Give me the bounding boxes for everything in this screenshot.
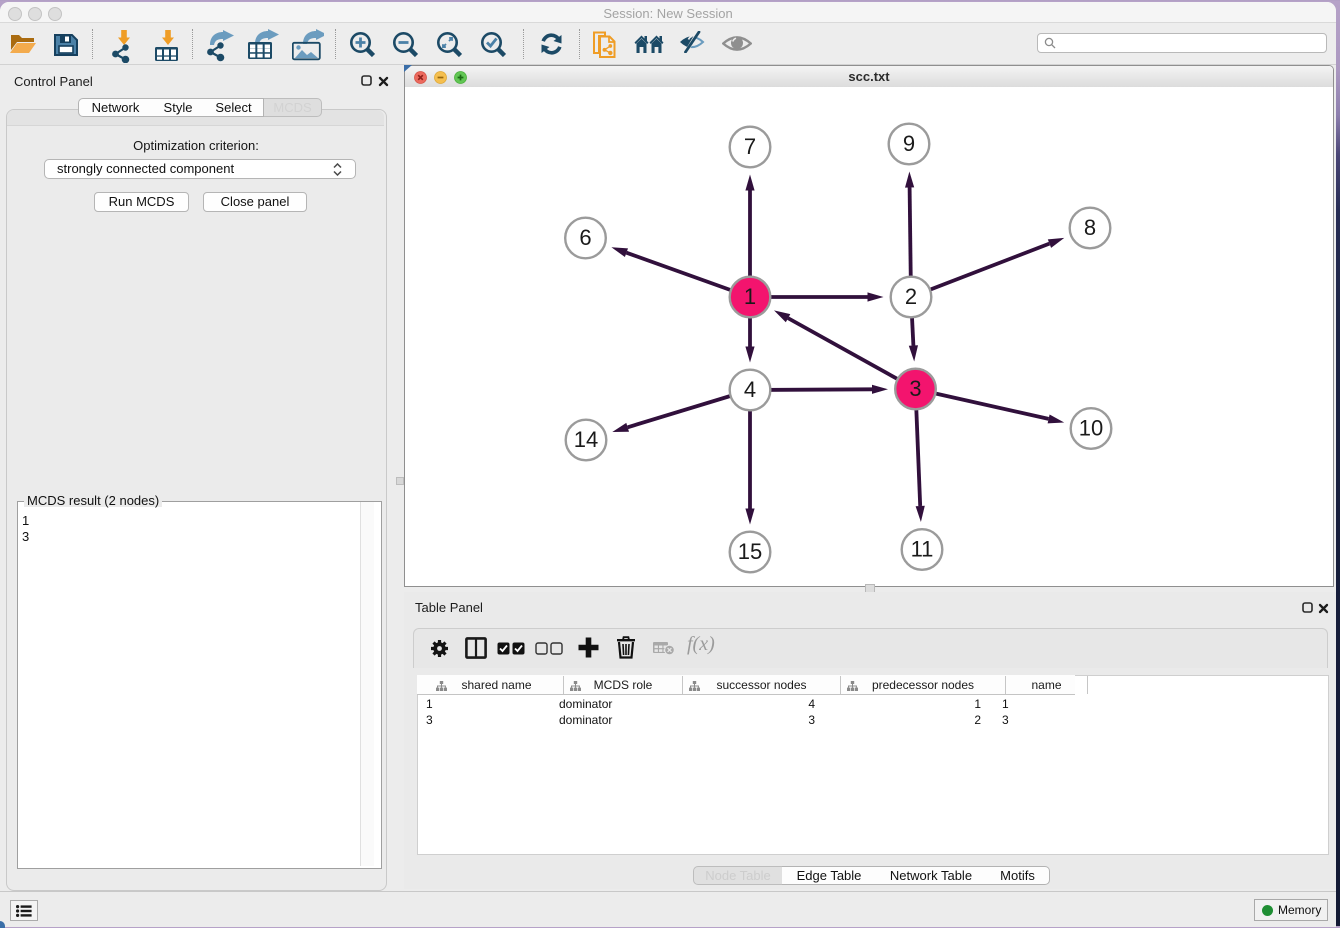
svg-text:14: 14: [574, 427, 598, 452]
svg-text:9: 9: [903, 131, 915, 156]
svg-text:11: 11: [911, 536, 934, 561]
svg-text:4: 4: [744, 377, 756, 402]
svg-text:7: 7: [744, 134, 756, 159]
svg-text:1: 1: [744, 284, 756, 309]
svg-text:15: 15: [738, 539, 762, 564]
svg-text:2: 2: [905, 284, 917, 309]
svg-text:10: 10: [1079, 415, 1103, 440]
svg-text:8: 8: [1084, 215, 1096, 240]
svg-text:6: 6: [579, 225, 591, 250]
svg-text:3: 3: [909, 376, 921, 401]
